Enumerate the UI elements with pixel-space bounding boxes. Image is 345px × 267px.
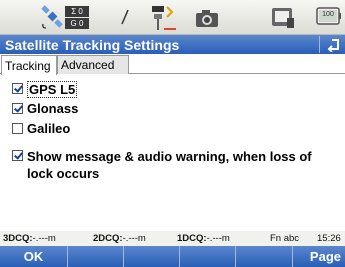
- galileo-checkbox[interactable]: [12, 123, 23, 134]
- softkey-3[interactable]: [124, 246, 180, 267]
- loss-of-lock-warning-label: Show message & audio warning, when loss …: [27, 149, 312, 181]
- ok-button-label: OK: [23, 249, 44, 264]
- gps-l5-checkbox[interactable]: [12, 83, 23, 94]
- softkey-bar: OK Page: [0, 246, 345, 267]
- glonass-label: Glonass: [27, 101, 79, 116]
- title-bar: Satellite Tracking Settings: [0, 35, 345, 54]
- battery-icon: 100: [316, 5, 342, 27]
- dcq2-readout: 2DCQ:-.---m: [93, 233, 146, 244]
- gps-l5-option[interactable]: GPS L5: [12, 81, 78, 98]
- galileo-label: Galileo: [27, 121, 71, 136]
- camera-icon[interactable]: [195, 8, 219, 28]
- tab-tracking-label: Tracking: [5, 58, 51, 73]
- dcq1-readout: 1DCQ:-.---m: [177, 233, 230, 244]
- page-button[interactable]: Page: [293, 246, 345, 267]
- dcq2-label: 2DCQ:: [93, 233, 123, 244]
- softkey-4[interactable]: [180, 246, 236, 267]
- position-quality-statusline: 3DCQ:-.---m 2DCQ:-.---m 1DCQ:-.---m Fn a…: [0, 231, 345, 246]
- clock: 15:26: [317, 233, 341, 244]
- glonass-count: G 0: [65, 17, 89, 29]
- page-button-label: Page: [309, 249, 341, 264]
- tab-advanced[interactable]: Advanced: [57, 55, 129, 74]
- satellite-icon[interactable]: [40, 4, 64, 30]
- softkey-5[interactable]: [236, 246, 293, 267]
- ok-button[interactable]: OK: [0, 246, 68, 267]
- glonass-checkbox[interactable]: [12, 103, 23, 114]
- galileo-option[interactable]: Galileo: [12, 121, 70, 136]
- loss-of-lock-warning-checkbox[interactable]: [12, 150, 23, 161]
- back-arrow-icon: [327, 38, 339, 52]
- gps-l5-label: GPS L5: [27, 81, 78, 98]
- battery-level: 100: [322, 11, 334, 18]
- input-mode-indicator: Fn abc: [270, 233, 300, 244]
- satellite-count-indicator: Σ 0 G 0: [64, 5, 90, 29]
- dcq1-value: -.---m: [206, 233, 230, 244]
- dcq3-value: -.---m: [32, 233, 56, 244]
- radio-signal-icon[interactable]: [118, 6, 132, 28]
- sigma-count: Σ 0: [65, 5, 89, 17]
- softkey-2[interactable]: [68, 246, 124, 267]
- controller-screen-icon[interactable]: [270, 6, 296, 30]
- back-button[interactable]: [319, 36, 341, 53]
- loss-of-lock-warning-option[interactable]: Show message & audio warning, when loss …: [12, 148, 322, 182]
- glonass-option[interactable]: Glonass: [12, 101, 78, 116]
- dcq3-readout: 3DCQ:-.---m: [3, 233, 56, 244]
- survey-style-icon[interactable]: [150, 3, 178, 31]
- dcq2-value: -.---m: [122, 233, 146, 244]
- dcq1-label: 1DCQ:: [177, 233, 207, 244]
- dcq3-label: 3DCQ:: [3, 233, 33, 244]
- tab-tracking[interactable]: Tracking: [1, 55, 57, 75]
- tab-strip: Tracking Advanced: [0, 54, 345, 75]
- tab-advanced-label: Advanced: [61, 58, 115, 72]
- status-toolbar: Σ 0 G 0 100: [0, 0, 345, 35]
- page-title: Satellite Tracking Settings: [5, 36, 180, 53]
